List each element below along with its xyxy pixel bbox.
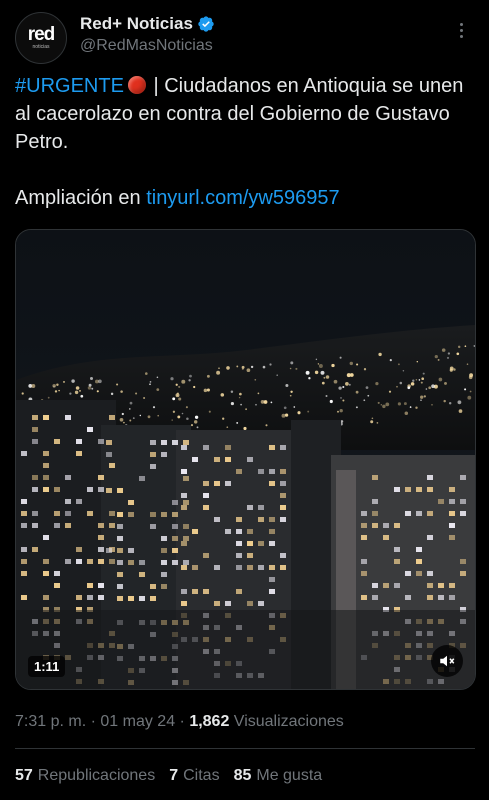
speaker-muted-icon <box>440 655 455 667</box>
avatar[interactable]: red noticias <box>15 12 67 64</box>
views-count: 1,862 <box>189 713 230 730</box>
avatar-logo: red <box>27 24 56 45</box>
ampliacion-label: Ampliación en <box>15 187 147 209</box>
divider <box>15 748 475 749</box>
author-info[interactable]: Red+ Noticias @RedMasNoticias <box>80 14 215 55</box>
meta-separator: · <box>86 713 101 730</box>
author-handle[interactable]: @RedMasNoticias <box>80 37 215 55</box>
likes-count: 85 <box>233 767 252 784</box>
reposts-stat[interactable]: 57 Republicaciones <box>15 767 155 785</box>
tweet-link[interactable]: tinyurl.com/yw596957 <box>146 187 339 209</box>
author-display-name[interactable]: Red+ Noticias <box>80 14 193 34</box>
hashtag-link[interactable]: #URGENTE <box>15 75 124 97</box>
video-duration: 1:11 <box>28 656 66 677</box>
likes-label: Me gusta <box>256 767 323 784</box>
tweet-meta: 7:31 p. m. · 01 may 24 · 1,862 Visualiza… <box>15 713 344 731</box>
likes-stat[interactable]: 85 Me gusta <box>234 767 323 785</box>
quotes-label: Citas <box>183 767 220 784</box>
verified-badge-icon <box>197 15 215 33</box>
video-player[interactable]: 1:11 <box>15 229 476 690</box>
video-thumbnail <box>16 230 475 689</box>
mute-button[interactable] <box>431 645 463 677</box>
tweet-date[interactable]: 01 may 24 <box>100 713 175 730</box>
quotes-stat[interactable]: 7 Citas <box>169 767 219 785</box>
views-label: Visualizaciones <box>229 713 344 730</box>
quotes-count: 7 <box>169 767 179 784</box>
red-circle-emoji-icon <box>127 76 146 94</box>
meta-separator: · <box>175 713 190 730</box>
tweet-time[interactable]: 7:31 p. m. <box>15 713 86 730</box>
more-options-icon[interactable] <box>449 20 473 44</box>
tweet-stats: 57 Republicaciones 7 Citas 85 Me gusta <box>15 767 322 785</box>
tweet-text: #URGENTE | Ciudadanos en Antioquia se un… <box>15 72 475 212</box>
tweet-header: red noticias Red+ Noticias @RedMasNotici… <box>15 12 475 64</box>
reposts-count: 57 <box>15 767 33 784</box>
reposts-label: Republicaciones <box>37 767 156 784</box>
avatar-logo-sub: noticias <box>32 44 50 50</box>
